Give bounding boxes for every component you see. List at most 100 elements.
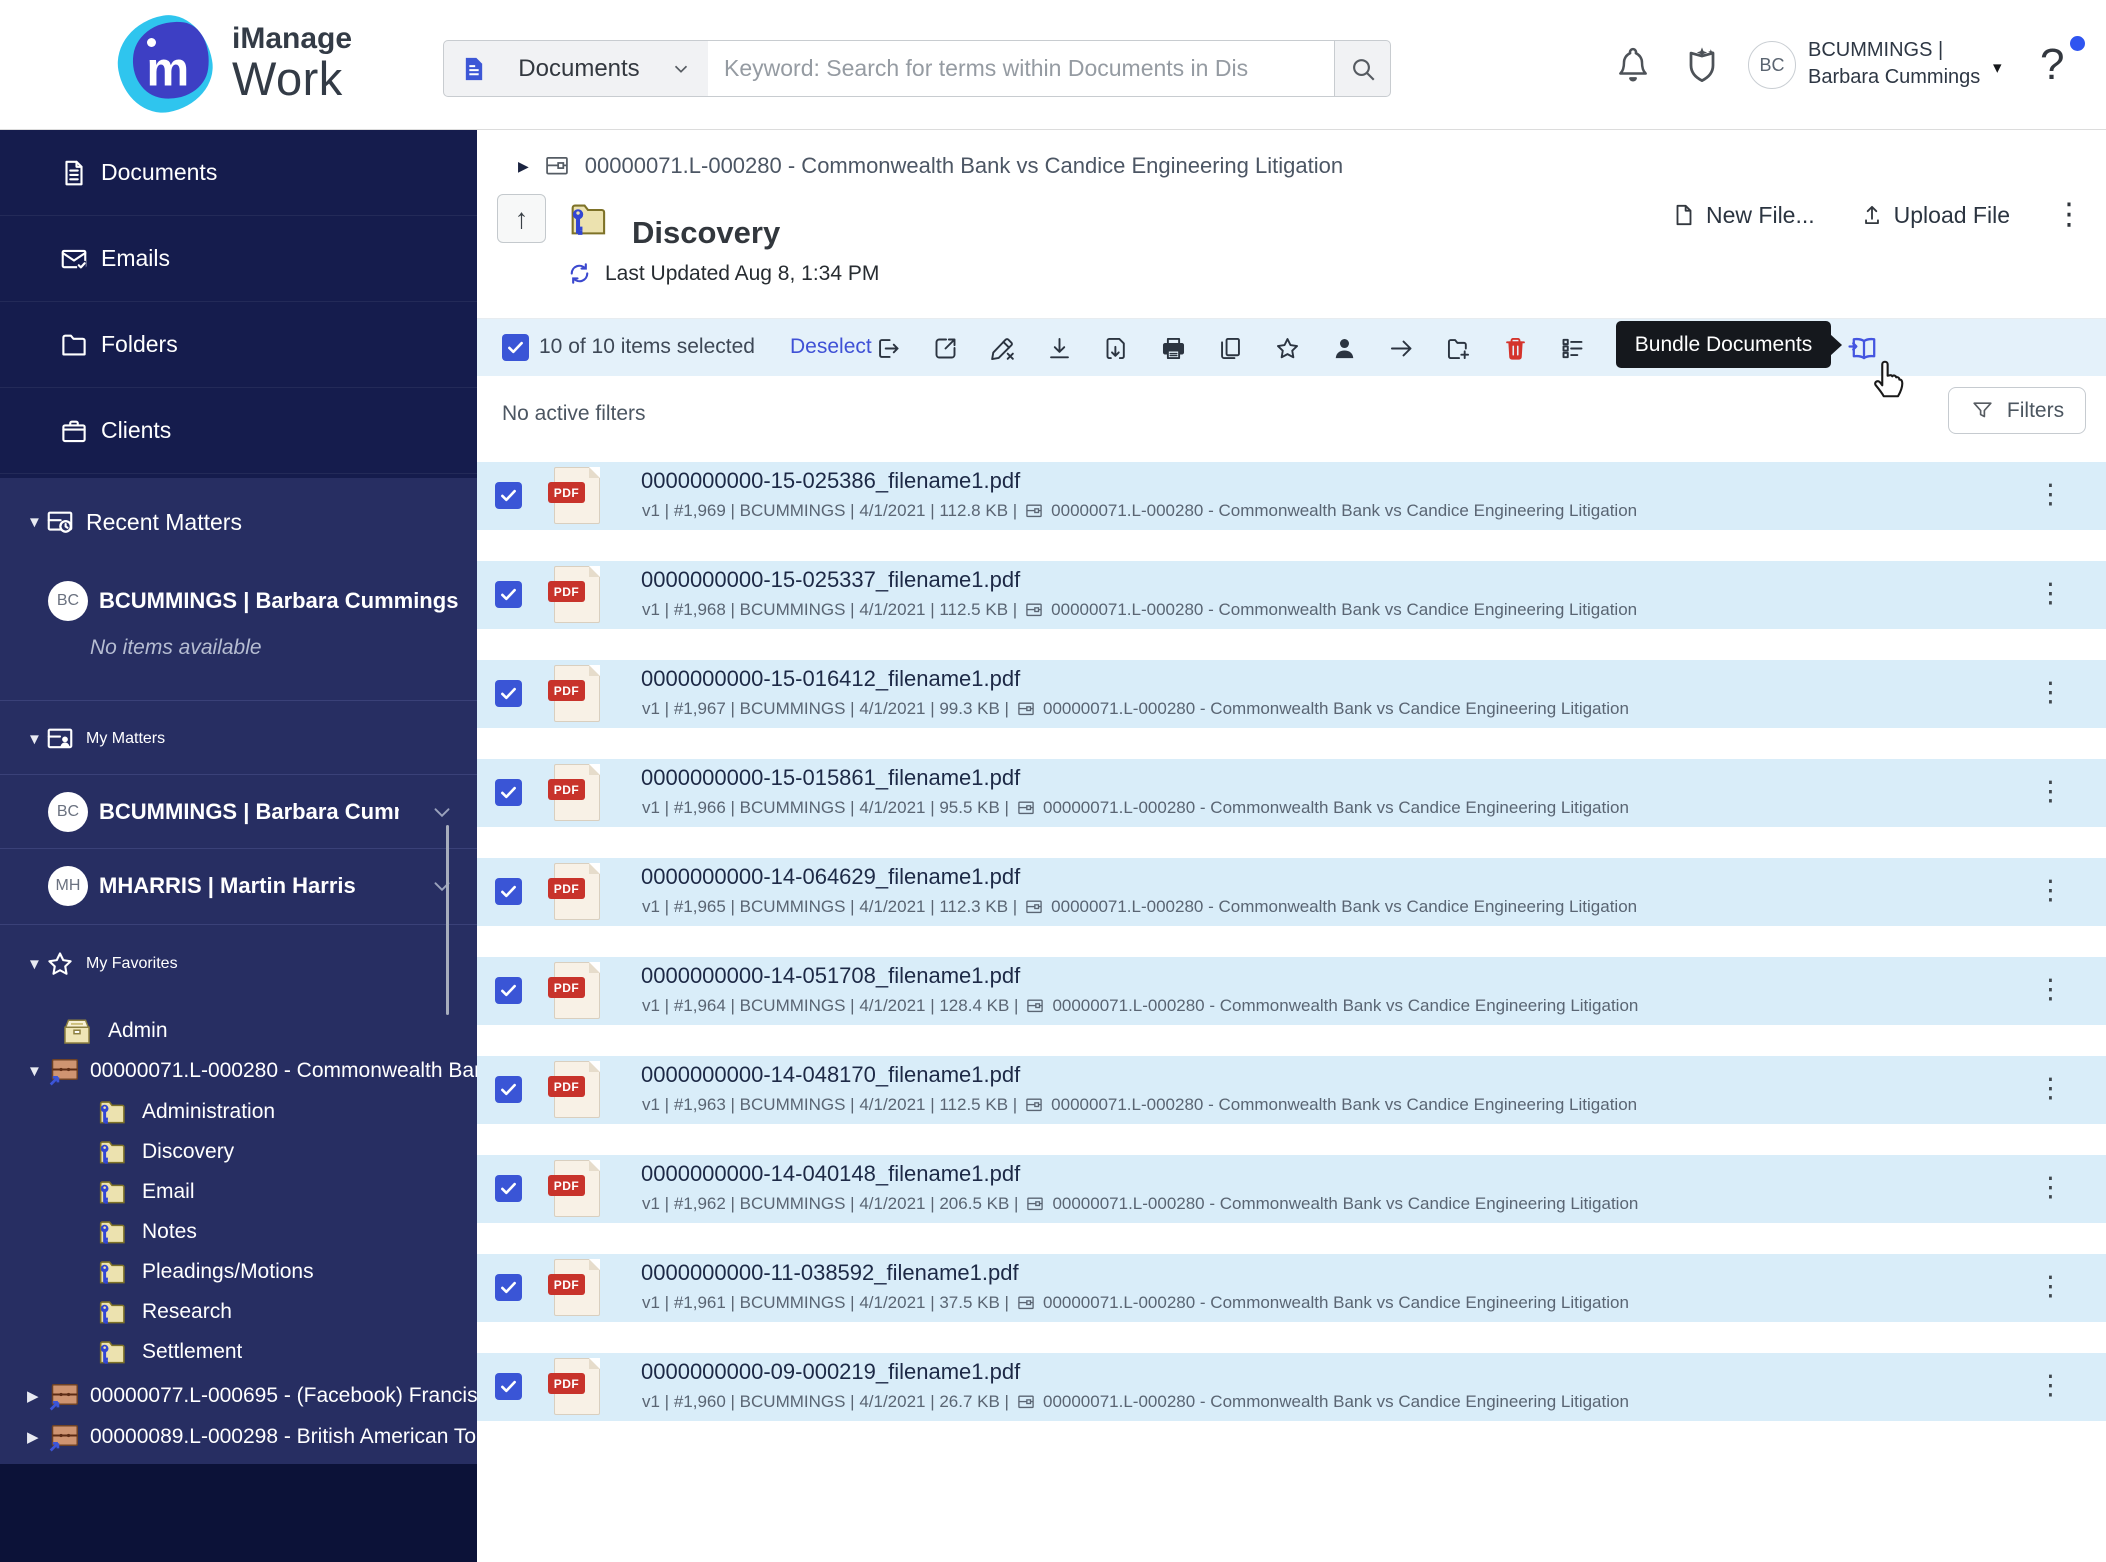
properties-list-icon[interactable] <box>1559 335 1586 362</box>
row-checkbox[interactable] <box>495 581 522 608</box>
breadcrumb-caret-icon[interactable]: ▶ <box>518 158 529 175</box>
favorite-matter-expanded[interactable]: ▼ 00000071.L-000280 - Commonwealth Bar <box>0 1050 477 1092</box>
export-icon[interactable] <box>875 335 902 362</box>
caret-down-icon[interactable]: ▼ <box>27 956 45 973</box>
row-kebab-icon[interactable]: ⋮ <box>2037 1372 2064 1399</box>
document-filename[interactable]: 0000000000-15-016412_filename1.pdf <box>641 666 1020 692</box>
move-arrow-icon[interactable] <box>1388 335 1415 362</box>
row-checkbox[interactable] <box>495 1373 522 1400</box>
document-row[interactable]: PDF 0000000000-11-038592_filename1.pdf v1 … <box>477 1254 2106 1322</box>
document-row[interactable]: PDF 0000000000-15-016412_filename1.pdf v1 … <box>477 660 2106 728</box>
favorite-matter-collapsed[interactable]: ▶ 00000089.L-000298 - British American To… <box>0 1417 477 1457</box>
user-menu-caret-icon[interactable]: ▾ <box>1993 58 2002 78</box>
document-row[interactable]: PDF 0000000000-15-025337_filename1.pdf v1 … <box>477 561 2106 629</box>
row-kebab-icon[interactable]: ⋮ <box>2037 1075 2064 1102</box>
document-filename[interactable]: 0000000000-15-025337_filename1.pdf <box>641 567 1020 593</box>
caret-down-icon[interactable]: ▼ <box>27 731 45 748</box>
document-filename[interactable]: 0000000000-14-048170_filename1.pdf <box>641 1062 1020 1088</box>
row-kebab-icon[interactable]: ⋮ <box>2037 1273 2064 1300</box>
favorite-folder-settlement[interactable]: Settlement <box>0 1332 477 1372</box>
deselect-link[interactable]: Deselect <box>790 335 872 359</box>
new-file-button[interactable]: New File... <box>1671 202 1815 229</box>
favorite-folder-discovery[interactable]: Discovery <box>0 1132 477 1172</box>
favorite-item-admin[interactable]: Admin <box>0 1010 477 1052</box>
sidebar-section-recent-matters[interactable]: ▼ Recent Matters <box>0 486 477 558</box>
document-row[interactable]: PDF 0000000000-14-040148_filename1.pdf v1 … <box>477 1155 2106 1223</box>
my-matter-entry[interactable]: BC BCUMMINGS | Barbara Cummings <box>0 776 477 848</box>
row-kebab-icon[interactable]: ⋮ <box>2037 1174 2064 1201</box>
row-kebab-icon[interactable]: ⋮ <box>2037 778 2064 805</box>
document-filename[interactable]: 0000000000-14-051708_filename1.pdf <box>641 963 1020 989</box>
add-to-folder-icon[interactable] <box>1445 335 1472 362</box>
chevron-down-icon[interactable] <box>429 799 455 825</box>
document-row[interactable]: PDF 0000000000-14-048170_filename1.pdf v1 … <box>477 1056 2106 1124</box>
document-filename[interactable]: 0000000000-11-038592_filename1.pdf <box>641 1260 1019 1286</box>
row-kebab-icon[interactable]: ⋮ <box>2037 481 2064 508</box>
more-options-kebab-icon[interactable]: ⋮ <box>2054 200 2084 230</box>
row-kebab-icon[interactable]: ⋮ <box>2037 679 2064 706</box>
sidebar-item-folders[interactable]: Folders <box>0 302 477 388</box>
favorite-folder-pleadings-motions[interactable]: Pleadings/Motions <box>0 1252 477 1292</box>
whats-new-shield-icon[interactable] <box>1680 43 1724 87</box>
row-checkbox[interactable] <box>495 779 522 806</box>
user-avatar[interactable]: BC <box>1748 41 1796 89</box>
my-matter-entry[interactable]: MH MHARRIS | Martin Harris <box>0 850 477 922</box>
user-name[interactable]: BCUMMINGS | Barbara Cummings <box>1808 37 1980 91</box>
share-user-icon[interactable] <box>1331 335 1358 362</box>
row-checkbox[interactable] <box>495 878 522 905</box>
document-filename[interactable]: 0000000000-14-064629_filename1.pdf <box>641 864 1020 890</box>
favorite-folder-administration[interactable]: Administration <box>0 1092 477 1132</box>
row-kebab-icon[interactable]: ⋮ <box>2037 877 2064 904</box>
document-filename[interactable]: 0000000000-14-040148_filename1.pdf <box>641 1161 1020 1187</box>
search-input[interactable] <box>708 40 1335 97</box>
sidebar-section-my-favorites[interactable]: ▼ My Favorites <box>0 932 477 996</box>
help-button[interactable]: ? <box>2040 40 2064 90</box>
recent-matter-entry[interactable]: BC BCUMMINGS | Barbara Cummings <box>0 570 477 632</box>
select-all-checkbox[interactable] <box>502 334 529 361</box>
search-button[interactable] <box>1334 40 1391 97</box>
download-icon[interactable] <box>1046 335 1073 362</box>
document-row[interactable]: PDF 0000000000-14-064629_filename1.pdf v1 … <box>477 858 2106 926</box>
favorite-star-icon[interactable] <box>1274 335 1301 362</box>
sidebar-item-clients[interactable]: Clients <box>0 388 477 474</box>
sidebar-item-documents[interactable]: Documents <box>0 130 477 216</box>
row-kebab-icon[interactable]: ⋮ <box>2037 976 2064 1003</box>
notifications-bell-icon[interactable] <box>1613 46 1653 86</box>
row-checkbox[interactable] <box>495 1274 522 1301</box>
bundle-documents-icon[interactable] <box>1847 332 1881 366</box>
row-checkbox[interactable] <box>495 977 522 1004</box>
check-in-icon[interactable] <box>1103 335 1130 362</box>
document-row[interactable]: PDF 0000000000-15-015861_filename1.pdf v1 … <box>477 759 2106 827</box>
document-row[interactable]: PDF 0000000000-14-051708_filename1.pdf v1 … <box>477 957 2106 1025</box>
row-checkbox[interactable] <box>495 1076 522 1103</box>
sidebar-section-my-matters[interactable]: ▼ My Matters <box>0 706 477 772</box>
chevron-down-icon[interactable] <box>429 873 455 899</box>
favorite-folder-research[interactable]: Research <box>0 1292 477 1332</box>
sidebar-scrollbar-thumb[interactable] <box>446 825 449 1015</box>
row-checkbox[interactable] <box>495 482 522 509</box>
upload-file-button[interactable]: Upload File <box>1859 202 2010 229</box>
copy-icon[interactable] <box>1217 335 1244 362</box>
document-row[interactable]: PDF 0000000000-09-000219_filename1.pdf v1 … <box>477 1353 2106 1421</box>
go-up-button[interactable]: ↑ <box>497 194 546 243</box>
row-kebab-icon[interactable]: ⋮ <box>2037 580 2064 607</box>
document-filename[interactable]: 0000000000-09-000219_filename1.pdf <box>641 1359 1020 1385</box>
favorite-folder-email[interactable]: Email <box>0 1172 477 1212</box>
caret-right-icon[interactable]: ▶ <box>27 1387 45 1405</box>
caret-right-icon[interactable]: ▶ <box>27 1428 45 1446</box>
document-filename[interactable]: 0000000000-15-025386_filename1.pdf <box>641 468 1020 494</box>
document-row[interactable]: PDF 0000000000-15-025386_filename1.pdf v1 … <box>477 462 2106 530</box>
search-scope-dropdown[interactable]: Documents <box>443 40 709 97</box>
sidebar-item-emails[interactable]: Emails <box>0 216 477 302</box>
pen-edit-icon[interactable] <box>989 335 1016 362</box>
hamburger-menu-icon[interactable] <box>27 48 73 82</box>
breadcrumb-matter-link[interactable]: 00000071.L-000280 - Commonwealth Bank vs… <box>585 153 1343 179</box>
caret-down-icon[interactable]: ▼ <box>27 1063 45 1080</box>
favorite-matter-collapsed[interactable]: ▶ 00000077.L-000695 - (Facebook) Francisc… <box>0 1376 477 1416</box>
document-filename[interactable]: 0000000000-15-015861_filename1.pdf <box>641 765 1020 791</box>
filters-button[interactable]: Filters <box>1948 387 2086 434</box>
print-icon[interactable] <box>1160 335 1187 362</box>
delete-trash-icon[interactable] <box>1502 335 1529 362</box>
caret-down-icon[interactable]: ▼ <box>27 514 45 531</box>
row-checkbox[interactable] <box>495 680 522 707</box>
